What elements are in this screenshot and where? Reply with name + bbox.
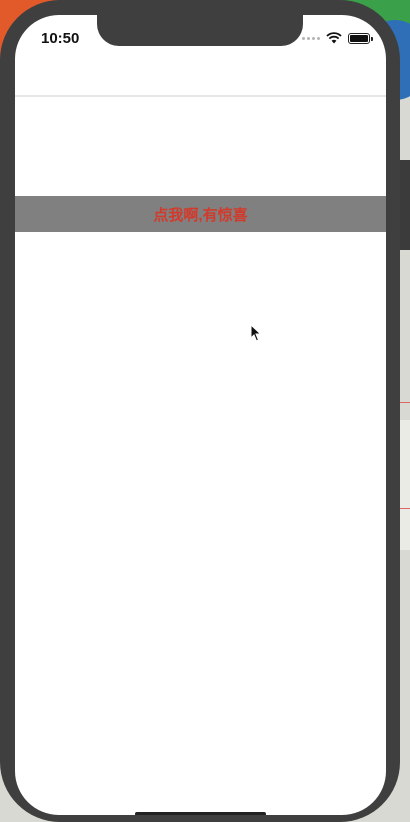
status-time: 10:50 [41, 30, 80, 47]
navigation-bar [15, 59, 386, 97]
battery-icon [348, 32, 373, 44]
signal-icon [302, 36, 320, 40]
simulator-device-frame: 10:50 点我啊,有惊喜 [0, 0, 400, 822]
home-indicator[interactable] [135, 812, 266, 815]
surprise-button-label: 点我啊,有惊喜 [153, 206, 248, 224]
phone-screen: 10:50 点我啊,有惊喜 [15, 15, 386, 815]
device-notch [97, 15, 303, 46]
wifi-icon [326, 32, 342, 44]
surprise-button[interactable]: 点我啊,有惊喜 [15, 196, 386, 232]
status-icons [302, 32, 373, 44]
mouse-cursor-icon [250, 323, 262, 347]
